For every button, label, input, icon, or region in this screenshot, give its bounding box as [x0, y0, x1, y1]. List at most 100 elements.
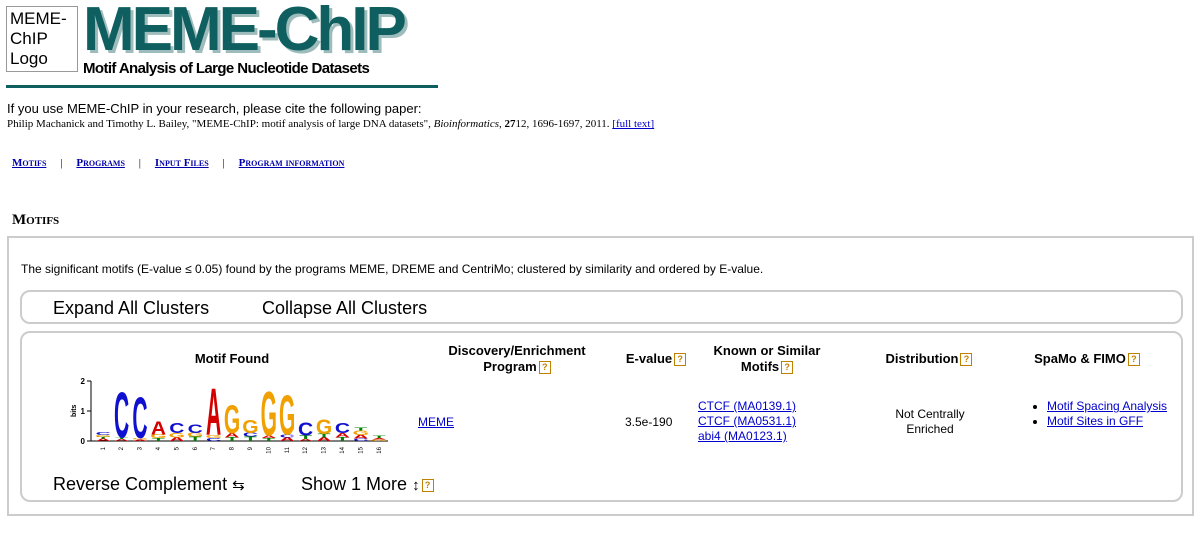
motif-sites-gff-link[interactable]: Motif Sites in GFF — [1047, 414, 1143, 428]
known-motif-link[interactable]: CTCF (MA0531.1) — [698, 414, 796, 428]
distribution-value: Not Centrally Enriched — [895, 407, 965, 436]
help-icon[interactable]: ? — [421, 479, 434, 492]
help-icon[interactable]: ? — [781, 361, 794, 374]
cluster-controls: Expand All Clusters Collapse All Cluster… — [20, 290, 1183, 324]
logo-letter-G: G — [261, 379, 277, 449]
reverse-complement-button[interactable]: Reverse Complement ⇆ — [53, 474, 245, 495]
nav-link-program-information[interactable]: Program information — [239, 157, 345, 169]
evalue-value: 3.5e-190 — [625, 415, 673, 429]
brand-subtitle: Motif Analysis of Large Nucleotide Datas… — [83, 60, 370, 77]
logo-position-label: 4 — [156, 446, 162, 450]
logo-position-label: 15 — [358, 446, 364, 453]
help-icon[interactable]: ? — [674, 353, 687, 366]
header-spamo-fimo: SpaMo & FIMO? — [1022, 351, 1152, 367]
show-more-button[interactable]: Show 1 More ↕? — [301, 474, 434, 495]
header-known-label: Known or Similar Motifs — [713, 343, 821, 374]
nav-link-input-files[interactable]: Input Files — [155, 157, 209, 169]
logo-position-label: 1 — [101, 446, 107, 450]
citation-pages: 12, 1696-1697, 2011. — [515, 118, 613, 130]
show-more-label: Show 1 More — [301, 474, 408, 494]
citation-journal: Bioinformatics — [433, 118, 500, 130]
collapse-all-clusters-button[interactable]: Collapse All Clusters — [262, 298, 427, 319]
header-divider — [6, 85, 438, 88]
known-motif-link[interactable]: abi4 (MA0123.1) — [698, 429, 787, 443]
logo-position-label: 12 — [303, 446, 309, 453]
logo-letter-A: A — [151, 418, 166, 439]
section-nav: Motifs | Programs | Input Files | Program info… — [12, 157, 344, 169]
logo-letter-T: T — [354, 427, 368, 432]
header-distribution: Distribution? — [874, 351, 984, 367]
logo-line-3: Logo — [10, 49, 48, 68]
citation-intro: If you use MEME-ChIP in your research, p… — [7, 101, 422, 116]
logo-position-label: 8 — [230, 446, 236, 450]
list-item: Motif Sites in GFF — [1047, 414, 1182, 429]
meme-chip-logo-placeholder: MEME- ChIP Logo — [6, 6, 78, 72]
logo-letter-C: C — [132, 386, 147, 451]
logo-letter-C: C — [298, 420, 313, 441]
logo-letter-C: C — [96, 431, 111, 436]
logo-letter-G: G — [279, 384, 295, 448]
expand-arrow-icon: ↕ — [412, 477, 420, 494]
header-evalue: E-value? — [616, 351, 696, 367]
nav-link-programs[interactable]: Programs — [76, 157, 125, 169]
logo-y-label: bits — [71, 404, 78, 417]
logo-line-2: ChIP — [10, 29, 48, 48]
known-motifs-cell: CTCF (MA0139.1) CTCF (MA0531.1) abi4 (MA… — [698, 399, 796, 444]
logo-position-label: 11 — [285, 446, 291, 453]
header-known-motifs: Known or Similar Motifs? — [702, 343, 832, 375]
header-program-label: Discovery/Enrichment Program — [448, 343, 586, 374]
full-text-link[interactable]: [full text] — [612, 118, 654, 130]
logo-line-1: MEME- — [10, 9, 67, 28]
brand-title: MEME-ChIP — [83, 0, 407, 64]
logo-letter-C: C — [335, 420, 350, 436]
header-distribution-label: Distribution — [885, 351, 959, 366]
logo-position-label: 6 — [193, 446, 199, 450]
citation-reference: Philip Machanick and Timothy L. Bailey, … — [7, 118, 655, 130]
help-icon[interactable]: ? — [960, 353, 973, 366]
citation-volume: 27 — [504, 118, 516, 130]
header-motif-found: Motif Found — [194, 351, 270, 366]
logo-letter-G: G — [316, 416, 332, 439]
motif-cluster-card: Motif Found Discovery/Enrichment Program… — [20, 331, 1183, 502]
header-spamo-label: SpaMo & FIMO — [1034, 351, 1126, 366]
nav-separator: | — [60, 157, 63, 169]
expand-all-clusters-button[interactable]: Expand All Clusters — [53, 298, 209, 319]
help-icon[interactable]: ? — [1127, 353, 1140, 366]
reverse-complement-label: Reverse Complement — [53, 474, 228, 494]
program-link-meme[interactable]: MEME — [418, 415, 454, 429]
logo-position-label: 13 — [322, 446, 328, 453]
logo-position-label: 16 — [377, 446, 383, 453]
nav-separator: | — [138, 157, 141, 169]
motifs-description: The significant motifs (E-value ≤ 0.05) … — [21, 262, 764, 276]
known-motif-link[interactable]: CTCF (MA0139.1) — [698, 399, 796, 413]
logo-letter-G: G — [224, 397, 240, 442]
logo-letter-C: C — [188, 423, 203, 436]
logo-letter-T: T — [373, 435, 387, 439]
logo-position-label: 10 — [266, 446, 272, 453]
logo-position-label: 14 — [340, 446, 346, 453]
spamo-fimo-cell: Motif Spacing Analysis Motif Sites in GF… — [1032, 399, 1182, 429]
logo-y-tick: 2 — [81, 377, 86, 386]
logo-y-tick: 0 — [81, 437, 86, 446]
motifs-panel: The significant motifs (E-value ≤ 0.05) … — [7, 236, 1194, 516]
header-program: Discovery/Enrichment Program? — [432, 343, 602, 375]
logo-letter-G: G — [242, 417, 258, 438]
header-evalue-label: E-value — [625, 351, 673, 366]
logo-y-tick: 1 — [81, 407, 86, 416]
logo-letter-A: A — [206, 377, 221, 450]
logo-position-label: 9 — [248, 446, 254, 450]
nav-link-motifs[interactable]: Motifs — [12, 157, 46, 169]
list-item: Motif Spacing Analysis — [1047, 399, 1182, 414]
nav-separator: | — [222, 157, 225, 169]
swap-arrows-icon: ⇆ — [232, 477, 245, 494]
logo-position-labels: 1 2 3 4 5 6 7 8 9 10 11 12 13 14 15 16 — [101, 446, 383, 453]
section-title-motifs: Motifs — [12, 212, 60, 228]
motif-spacing-analysis-link[interactable]: Motif Spacing Analysis — [1047, 399, 1167, 413]
logo-letter-C: C — [169, 420, 184, 436]
help-icon[interactable]: ? — [538, 361, 551, 374]
program-cell: MEME — [418, 415, 454, 429]
spamo-fimo-list: Motif Spacing Analysis Motif Sites in GF… — [1032, 399, 1182, 429]
motif-sequence-logo: bits 2 1 0 ATGCATC AGC TGAAGCTGCCGA TAG TCGT… — [71, 377, 388, 454]
logo-letter-C: C — [114, 380, 129, 453]
logo-position-label: 5 — [174, 446, 180, 450]
